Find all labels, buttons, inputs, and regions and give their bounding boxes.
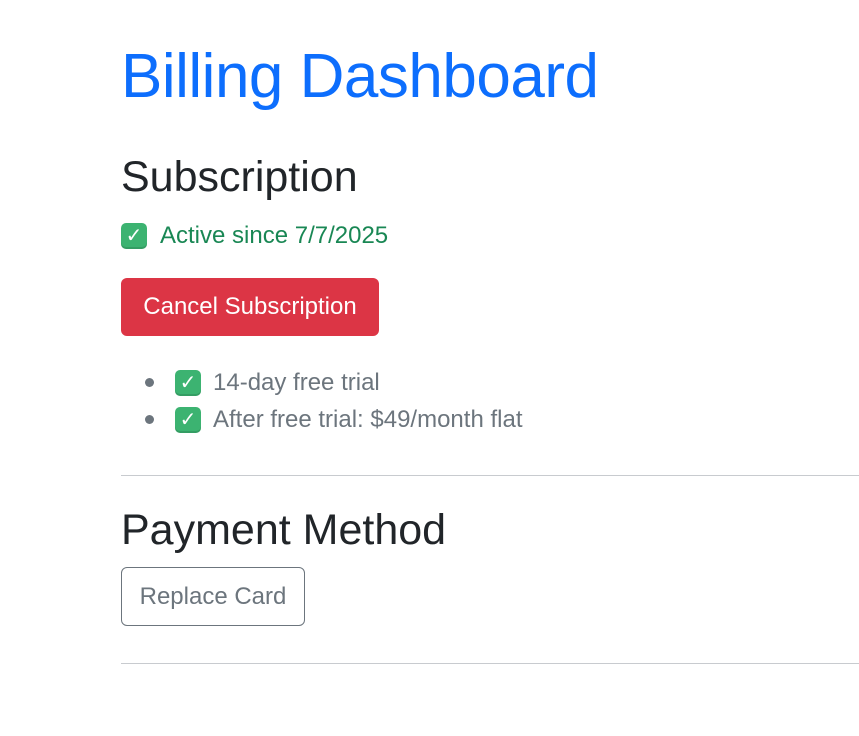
subscription-status: ✓ Active since 7/7/2025 xyxy=(121,219,388,253)
section-divider xyxy=(121,475,859,476)
payment-method-heading: Payment Method xyxy=(121,506,447,554)
check-mark-icon: ✓ xyxy=(175,369,201,396)
bullet-icon xyxy=(145,378,154,387)
bullet-icon xyxy=(145,415,154,424)
list-item: ✓ 14-day free trial xyxy=(121,364,522,401)
replace-card-button[interactable]: Replace Card xyxy=(121,567,305,626)
feature-text: 14-day free trial xyxy=(213,368,380,396)
list-item: ✓ After free trial: $49/month flat xyxy=(121,401,522,438)
cancel-subscription-button[interactable]: Cancel Subscription xyxy=(121,278,379,336)
status-text: Active since 7/7/2025 xyxy=(160,222,389,249)
check-mark-icon: ✓ xyxy=(175,406,201,433)
check-mark-icon: ✓ xyxy=(121,223,147,249)
feature-text: After free trial: $49/month flat xyxy=(213,405,523,433)
subscription-heading: Subscription xyxy=(121,153,358,201)
section-divider xyxy=(121,663,859,664)
billing-page: Billing Dashboard Subscription ✓ Active … xyxy=(0,0,859,736)
feature-list: ✓ 14-day free trial ✓ After free trial: … xyxy=(121,364,522,438)
page-title: Billing Dashboard xyxy=(121,42,599,111)
